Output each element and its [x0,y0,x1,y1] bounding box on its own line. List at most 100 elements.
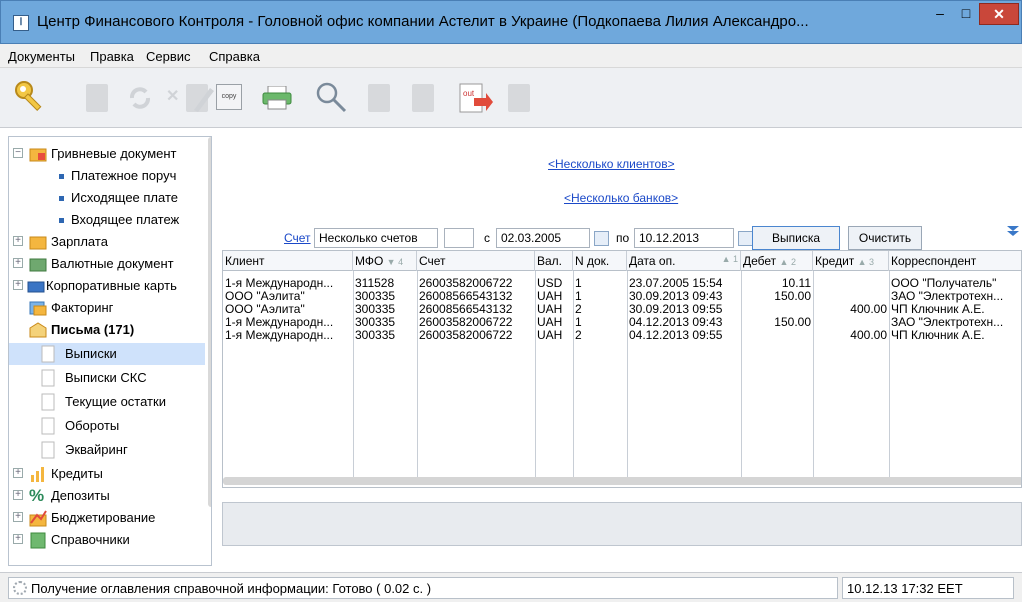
tree-item-incoming-payment[interactable]: Входящее платеж [9,209,205,231]
navigation-tree: − Гривневые документ Платежное поруч Исх… [8,136,212,566]
tree-item-uah-documents[interactable]: − Гривневые документ [9,143,205,165]
tree-item-statements[interactable]: Выписки [9,343,205,365]
bullet-icon [59,218,64,223]
tree-item-payment-order[interactable]: Платежное поруч [9,165,205,187]
tree-item-turnovers[interactable]: Обороты [9,415,205,437]
tree-item-factoring[interactable]: Факторинг [9,297,205,319]
banks-link[interactable]: <Несколько банков> [564,191,678,205]
tree-item-letters[interactable]: Письма (171) [9,319,205,341]
folder-uah-icon [29,148,47,162]
table-row[interactable]: ООО "Аэлита" 300335 26008566543132 UAH 2… [223,303,1021,316]
account-link[interactable]: Счет [284,231,311,245]
statements-table: Клиент МФО ▼ 4 Счет Вал. N док. Дата оп.… [222,250,1022,488]
column-header[interactable]: Кредит ▲ 3 [813,251,889,271]
maximize-button[interactable]: □ [953,3,979,25]
table-row[interactable]: 1-я Международн... 311528 26003582006722… [223,277,1021,290]
tree-item-salary[interactable]: + Зарплата [9,231,205,253]
column-header[interactable]: Вал. [535,251,573,271]
table-row[interactable]: ООО "Аэлита" 300335 26008566543132 UAH 1… [223,290,1021,303]
status-bar: Получение оглавления справочной информац… [0,572,1022,602]
tree-item-budgeting[interactable]: + Бюджетирование [9,507,205,529]
status-message: Получение оглавления справочной информац… [31,581,432,596]
menu-service[interactable]: Сервис [146,49,191,64]
table-horizontal-scrollbar[interactable] [223,477,1021,485]
clients-link[interactable]: <Несколько клиентов> [548,157,675,171]
from-date-input[interactable]: 02.03.2005 [496,228,590,248]
to-label: по [616,231,630,245]
statements-panel: <Несколько клиентов> <Несколько банков> … [218,136,1022,502]
svg-text:out: out [463,89,475,98]
key-icon[interactable] [12,78,52,118]
envelope-icon [29,322,47,338]
spinner-icon [13,581,27,595]
account-field[interactable]: Несколько счетов [314,228,438,248]
export-icon[interactable] [412,84,434,112]
column-header[interactable]: Дебет ▲ 2 [741,251,813,271]
calendar-icon[interactable] [594,231,609,246]
bullet-icon [59,174,64,179]
expand-icon[interactable]: + [13,258,23,268]
cards-icon [27,281,45,293]
column-header[interactable]: Счет [417,251,535,271]
calendar-icon[interactable] [738,231,753,246]
expand-icon[interactable]: + [13,280,23,290]
column-header[interactable]: Корреспондент [889,251,1021,271]
menu-documents[interactable]: Документы [8,49,75,64]
import-icon[interactable] [368,84,390,112]
minimize-button[interactable]: – [927,3,953,25]
print-icon[interactable] [262,86,292,110]
tree-item-deposits[interactable]: + % Депозиты [9,485,205,507]
table-row[interactable]: 1-я Международн... 300335 26003582006722… [223,329,1021,342]
account-extra-field[interactable] [444,228,474,248]
export-out-icon[interactable]: out [458,82,494,114]
tree-item-corporate-cards[interactable]: + Корпоративные карть [9,275,205,297]
tree-item-sks-statements[interactable]: Выписки СКС [9,367,205,389]
factoring-icon [29,301,47,316]
percent-icon: % [29,486,45,505]
tree-item-outgoing-payment[interactable]: Исходящее плате [9,187,205,209]
folder-salary-icon [29,236,47,250]
menu-help[interactable]: Справка [209,49,260,64]
copy-icon[interactable]: copy [216,84,242,110]
expand-icon[interactable]: + [13,512,23,522]
archive-icon[interactable] [508,84,530,112]
status-datetime: 10.12.13 17:32 EET [842,577,1014,599]
directory-icon [30,532,46,549]
tree-item-directories[interactable]: + Справочники [9,529,205,551]
detail-panel [218,502,1022,566]
expand-icon[interactable]: + [13,236,23,246]
collapse-icon[interactable]: − [13,148,23,158]
clear-button[interactable]: Очистить [848,226,922,250]
expand-icon[interactable]: + [13,490,23,500]
menu-edit[interactable]: Правка [90,49,134,64]
expand-icon[interactable]: + [13,534,23,544]
close-button[interactable]: ✕ [979,3,1019,25]
table-row[interactable]: 1-я Международн... 300335 26003582006722… [223,316,1021,329]
refresh-icon[interactable] [126,84,154,112]
app-icon: Ⅰ [13,15,29,31]
tree-scrollbar[interactable] [208,137,211,507]
search-icon[interactable] [314,80,348,114]
document-icon [41,393,55,411]
column-header[interactable]: N док. [573,251,627,271]
tree-item-currency-documents[interactable]: + Валютные документ [9,253,205,275]
status-message-box: Получение оглавления справочной информац… [8,577,838,599]
tree-item-current-balances[interactable]: Текущие остатки [9,391,205,413]
toolbar: ✕ copy out [0,68,1022,128]
statement-button[interactable]: Выписка [752,226,840,250]
document-icon [41,417,55,435]
expand-icon[interactable]: + [13,468,23,478]
sign-icon[interactable] [192,84,216,112]
column-header[interactable]: МФО ▼ 4 [353,251,417,271]
tree-item-acquiring[interactable]: Эквайринг [9,439,205,461]
window-title: Центр Финансового Контроля - Головной оф… [37,13,809,30]
document-icon [41,369,55,387]
to-date-input[interactable]: 10.12.2013 [634,228,734,248]
column-header[interactable]: Дата оп. ▲ 1 [627,251,741,271]
new-document-icon[interactable] [86,84,108,112]
column-header[interactable]: Клиент [223,251,353,271]
tree-item-credits[interactable]: + Кредиты [9,463,205,485]
delete-icon[interactable]: ✕ [166,89,180,105]
detail-box [222,502,1022,546]
title-bar: Ⅰ Центр Финансового Контроля - Головной … [0,0,1022,44]
